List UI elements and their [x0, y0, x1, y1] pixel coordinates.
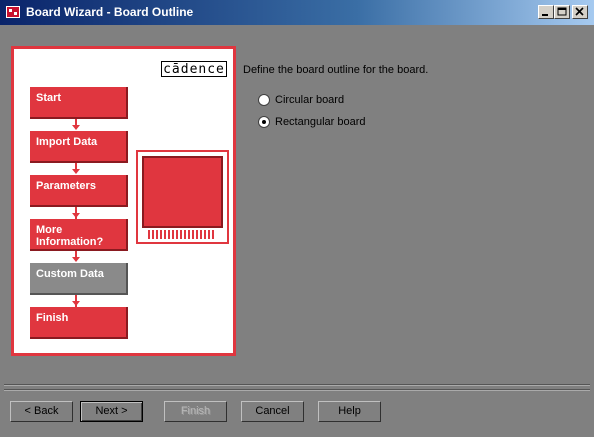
- step-start: Start: [30, 87, 128, 119]
- close-icon: [575, 7, 584, 16]
- step-finish: Finish: [30, 307, 128, 339]
- minimize-icon: [542, 14, 548, 16]
- arrow-head-icon: [72, 301, 80, 306]
- back-button[interactable]: < Back: [10, 401, 73, 422]
- wizard-steps-panel: cādence Start Import Data Parameters Mor…: [11, 46, 236, 356]
- divider: [4, 389, 590, 391]
- radio-rectangular[interactable]: [258, 116, 270, 128]
- help-button[interactable]: Help: [318, 401, 381, 422]
- next-button[interactable]: Next >: [80, 401, 143, 422]
- minimize-button[interactable]: [538, 5, 554, 19]
- maximize-button[interactable]: [554, 5, 570, 19]
- arrow-head-icon: [72, 213, 80, 218]
- window-title: Board Wizard - Board Outline: [26, 5, 194, 19]
- step-parameters: Parameters: [30, 175, 128, 207]
- finish-button[interactable]: Finish: [164, 401, 227, 422]
- cadence-logo: cādence: [161, 61, 227, 77]
- option-label[interactable]: Rectangular board: [275, 116, 366, 128]
- step-more-information: More Information?: [30, 219, 128, 251]
- arrow-head-icon: [72, 125, 80, 130]
- title-bar: Board Wizard - Board Outline: [0, 0, 594, 25]
- arrow-head-icon: [72, 169, 80, 174]
- app-icon[interactable]: [5, 4, 21, 20]
- arrow-head-icon: [72, 257, 80, 262]
- step-import-data: Import Data: [30, 131, 128, 163]
- option-label[interactable]: Circular board: [275, 94, 344, 106]
- chip-illustration-icon: [136, 150, 229, 244]
- maximize-icon: [557, 7, 567, 16]
- divider: [4, 384, 590, 386]
- close-button[interactable]: [572, 5, 588, 19]
- cancel-button[interactable]: Cancel: [241, 401, 304, 422]
- step-custom-data: Custom Data: [30, 263, 128, 295]
- radio-circular[interactable]: [258, 94, 270, 106]
- radio-selected-dot: [262, 120, 266, 124]
- instruction-text: Define the board outline for the board.: [243, 64, 429, 76]
